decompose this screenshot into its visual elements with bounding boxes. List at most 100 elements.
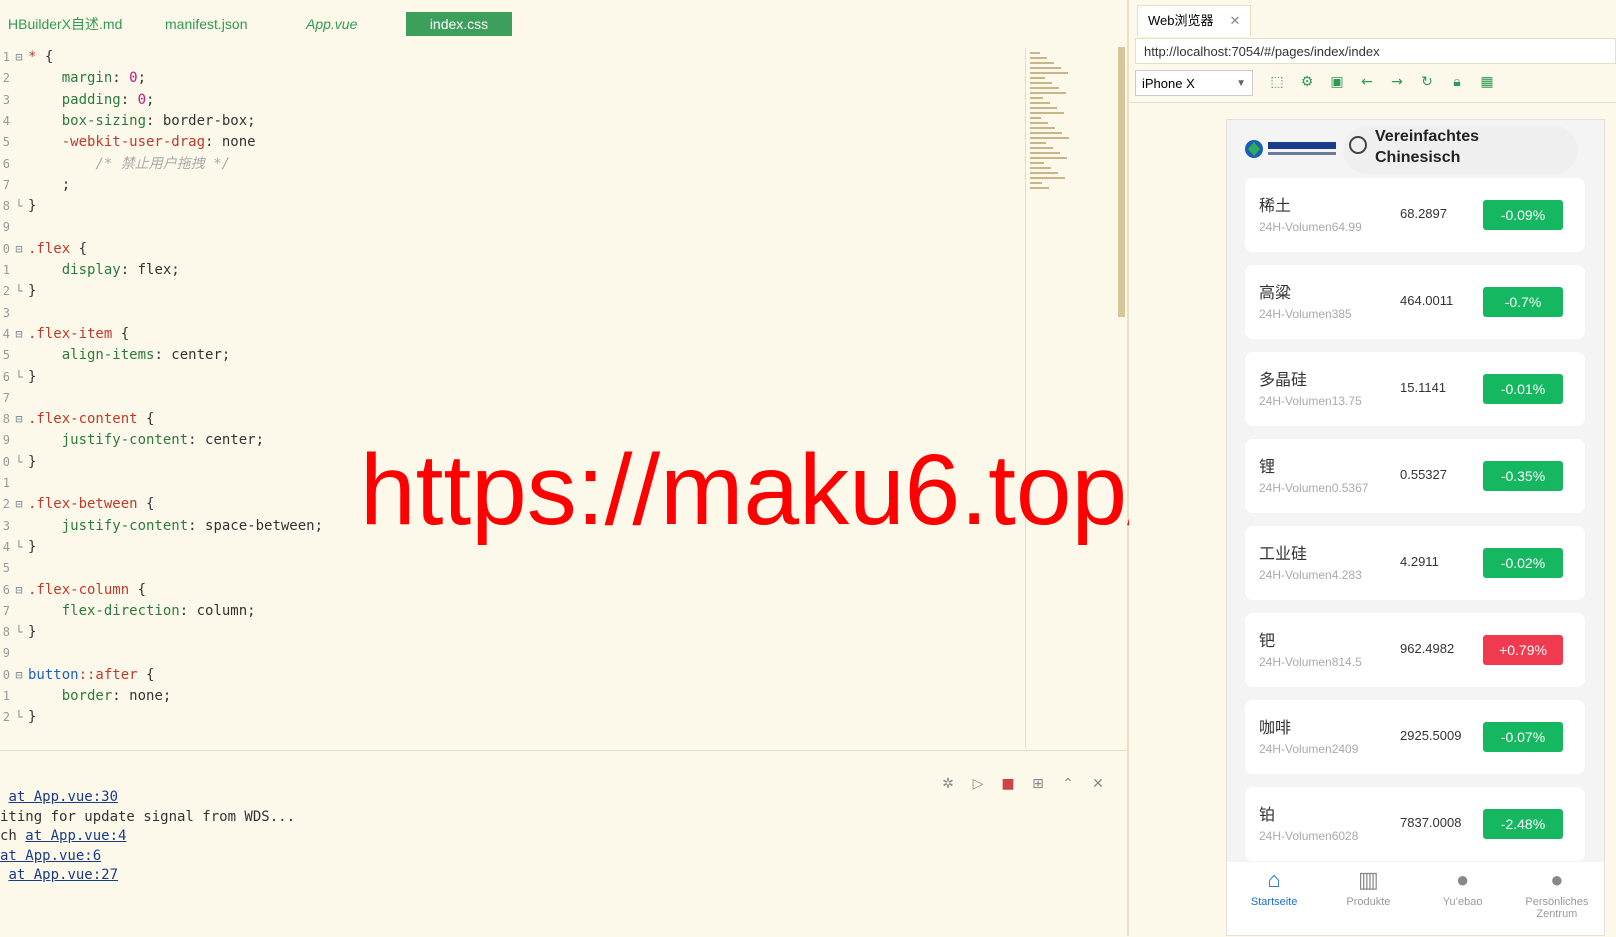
settings-icon[interactable]: ⚙ — [1297, 72, 1317, 92]
code-line[interactable]: 6 /* 禁止用户拖拽 */ — [0, 153, 230, 175]
code-line[interactable]: 2 └} — [0, 706, 37, 728]
code-line[interactable]: 7 — [0, 387, 28, 409]
fold-icon[interactable]: ⊟ — [10, 323, 28, 345]
minimap-line — [1030, 97, 1043, 99]
tab-app-vue[interactable]: App.vue — [306, 12, 357, 36]
nav-item[interactable]: ▥ Produkte — [1321, 862, 1415, 935]
line-number: 1 — [2, 263, 10, 277]
code-line[interactable]: 9 justify-content: center; — [0, 429, 264, 451]
change-badge: -0.09% — [1483, 200, 1563, 230]
code-line[interactable]: 7 ; — [0, 174, 70, 196]
phone-preview: Vereinfachtes Chinesisch 稀土 24H-Volumen64… — [1226, 119, 1605, 936]
code-line[interactable]: 4 box-sizing: border-box; — [0, 110, 256, 132]
console-icon[interactable]: ▣ — [1327, 72, 1347, 92]
console-text: ch — [0, 828, 26, 844]
code-line[interactable]: 8 └} — [0, 195, 37, 217]
code-line[interactable]: 9 — [0, 216, 28, 238]
minimap-line — [1030, 127, 1055, 129]
stop-icon[interactable]: ■ — [999, 775, 1017, 793]
code-line[interactable]: 0 └} — [0, 451, 37, 473]
fold-icon[interactable]: ⊟ — [10, 238, 28, 260]
device-select[interactable]: iPhone X ▼ — [1135, 70, 1253, 96]
line-number: 4 — [2, 539, 10, 554]
fold-icon[interactable]: └ — [10, 366, 28, 388]
nav-label: Produkte — [1346, 896, 1391, 908]
code-line[interactable]: 6 └} — [0, 366, 37, 388]
code-line[interactable]: 1 border: none; — [0, 685, 172, 707]
tab-readme[interactable]: HBuilderX自述.md — [8, 12, 122, 36]
tab-index-css[interactable]: index.css — [406, 12, 512, 36]
market-card[interactable]: 咖啡 24H-Volumen2409 2925.5009 -0.07% — [1245, 700, 1585, 774]
market-card[interactable]: 钯 24H-Volumen814.5 962.4982 +0.79% — [1245, 613, 1585, 687]
code-line[interactable]: 5 align-items: center; — [0, 344, 231, 366]
code-line[interactable]: 1 — [0, 472, 28, 494]
fold-icon[interactable]: ⊟ — [10, 408, 28, 430]
debug-icon[interactable]: ✲ — [939, 775, 957, 793]
code-line[interactable]: 0 ⊟ button::after { — [0, 664, 155, 686]
nav-item[interactable]: ⌂ Startseite — [1227, 862, 1321, 935]
code-line[interactable]: 1 ⊟ * { — [0, 46, 54, 68]
back-icon[interactable]: ← — [1357, 72, 1377, 92]
market-card[interactable]: 多晶硅 24H-Volumen13.75 15.1141 -0.01% — [1245, 352, 1585, 426]
code-line[interactable]: 5 — [0, 557, 28, 579]
fold-icon[interactable]: ⊟ — [10, 579, 28, 601]
fold-icon[interactable]: └ — [10, 195, 28, 217]
fold-icon[interactable]: ⊟ — [10, 493, 28, 515]
browser-tab[interactable]: Web浏览器 ✕ — [1137, 5, 1252, 36]
minimap[interactable] — [1025, 48, 1111, 748]
collapse-icon[interactable]: ⌃ — [1059, 775, 1077, 793]
code-line[interactable]: 5 -webkit-user-drag: none — [0, 131, 256, 153]
code-editor[interactable]: 1 ⊟ * {2 margin: 0; 3 padding: 0; 4 box-sizi… — [0, 45, 1095, 750]
nav-item[interactable]: ● Yu’ebao — [1416, 862, 1510, 935]
code-line[interactable]: 3 padding: 0; — [0, 89, 155, 111]
fold-icon[interactable]: └ — [10, 621, 28, 643]
console-source-link[interactable]: at App.vue:30 — [8, 789, 118, 805]
market-card[interactable]: 工业硅 24H-Volumen4.283 4.2911 -0.02% — [1245, 526, 1585, 600]
code-line[interactable]: 4 ⊟ .flex-item { — [0, 323, 129, 345]
lock-icon[interactable]: 🔒︎ — [1447, 72, 1467, 92]
forward-icon[interactable]: → — [1387, 72, 1407, 92]
editor-scrollbar[interactable] — [1118, 47, 1125, 317]
market-name: 多晶硅 — [1259, 370, 1308, 389]
code-line[interactable]: 3 justify-content: space-between; — [0, 515, 323, 537]
close-console-icon[interactable]: ✕ — [1089, 775, 1107, 793]
console-source-link[interactable]: at App.vue:6 — [0, 848, 101, 864]
play-icon[interactable]: ▷ — [969, 775, 987, 793]
market-card[interactable]: 铂 24H-Volumen6028 7837.0008 -2.48% — [1245, 787, 1585, 861]
fold-icon[interactable]: └ — [10, 706, 28, 728]
code-line[interactable]: 6 ⊟ .flex-column { — [0, 579, 146, 601]
code-line[interactable]: 9 — [0, 642, 28, 664]
fold-icon[interactable]: ⊟ — [10, 664, 28, 686]
screenshot-icon[interactable]: ⬚ — [1267, 72, 1287, 92]
code-line[interactable]: 0 ⊟ .flex { — [0, 238, 87, 260]
code-line[interactable]: 1 display: flex; — [0, 259, 180, 281]
nav-item[interactable]: ● Persönliches Zentrum — [1510, 862, 1604, 935]
fold-icon[interactable]: └ — [10, 280, 28, 302]
code-line[interactable]: 2 └} — [0, 280, 37, 302]
terminal-icon[interactable]: ⊞ — [1029, 775, 1047, 793]
code-line[interactable]: 2 ⊟ .flex-between { — [0, 493, 155, 515]
market-card[interactable]: 高粱 24H-Volumen385 464.0011 -0.7% — [1245, 265, 1585, 339]
close-tab-icon[interactable]: ✕ — [1230, 13, 1241, 28]
console-source-link[interactable]: at App.vue:4 — [25, 828, 126, 844]
refresh-icon[interactable]: ↻ — [1417, 72, 1437, 92]
fold-icon[interactable]: ⊟ — [10, 46, 28, 68]
console-source-link[interactable]: at App.vue:27 — [8, 867, 118, 883]
fold-icon[interactable]: └ — [10, 536, 28, 558]
code-line[interactable]: 3 — [0, 302, 28, 324]
line-number: 5 — [2, 135, 10, 150]
code-line[interactable]: 4 └} — [0, 536, 37, 558]
market-card[interactable]: 稀土 24H-Volumen64.99 68.2897 -0.09% — [1245, 178, 1585, 252]
fold-icon[interactable]: └ — [10, 451, 28, 473]
code-line[interactable]: 8 ⊟ .flex-content { — [0, 408, 155, 430]
minimap-line — [1030, 167, 1051, 169]
code-line[interactable]: 7 flex-direction: column; — [0, 600, 256, 622]
url-input[interactable]: http://localhost:7054/#/pages/index/inde… — [1135, 38, 1616, 64]
market-card[interactable]: 锂 24H-Volumen0.5367 0.55327 -0.35% — [1245, 439, 1585, 513]
minimap-line — [1030, 132, 1062, 134]
code-line[interactable]: 2 margin: 0; — [0, 67, 146, 89]
code-line[interactable]: 8 └} — [0, 621, 37, 643]
tab-manifest[interactable]: manifest.json — [165, 12, 247, 36]
line-number: 9 — [2, 433, 10, 448]
qr-code-icon[interactable]: ▦ — [1477, 72, 1497, 92]
